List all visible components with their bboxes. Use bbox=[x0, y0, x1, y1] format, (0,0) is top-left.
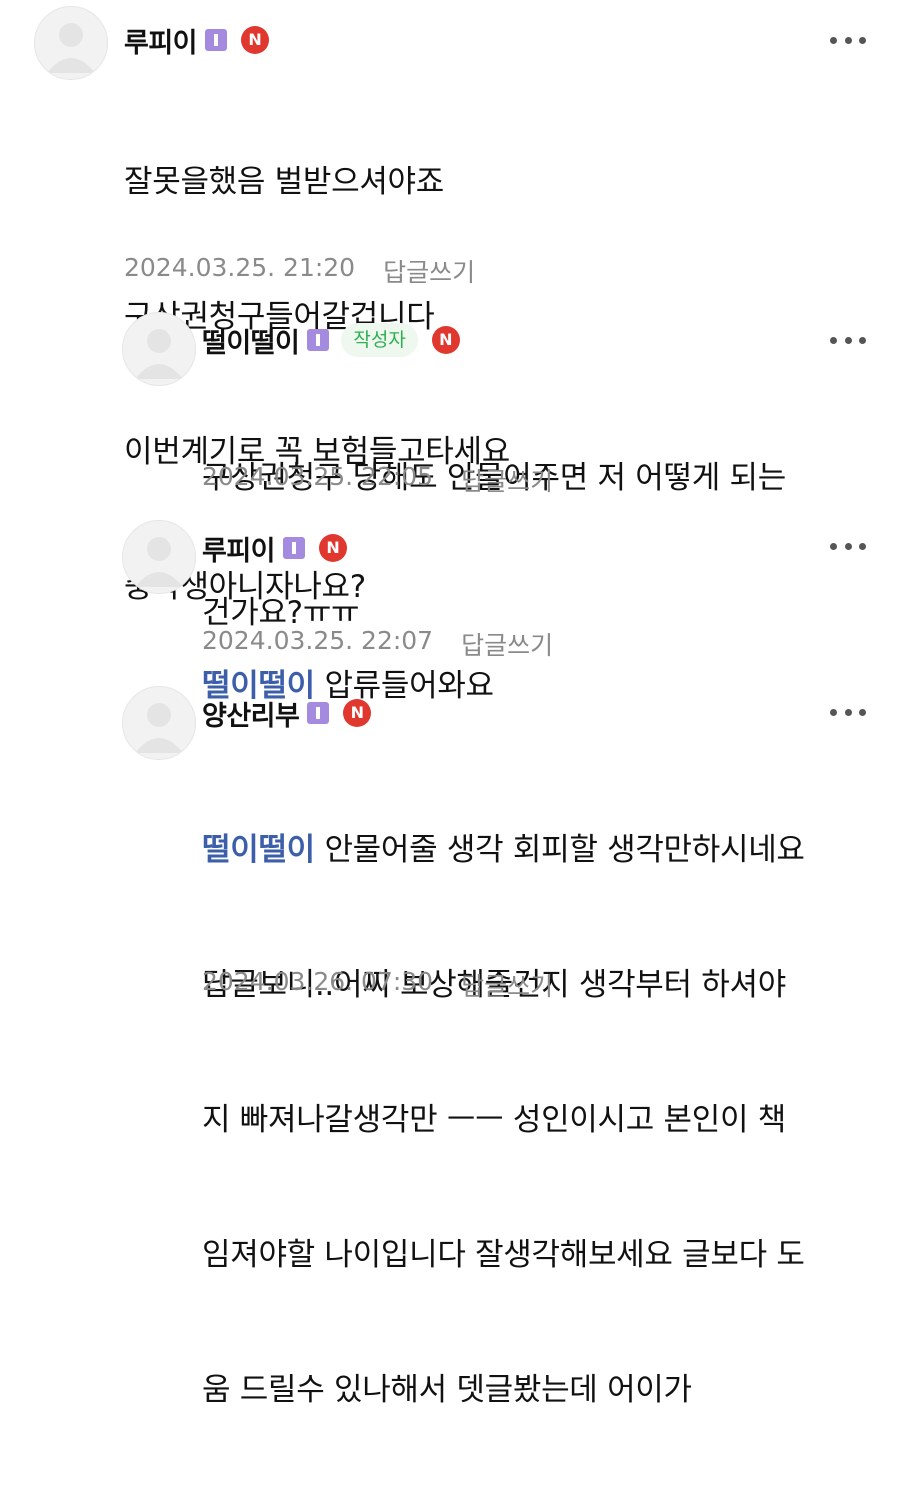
comment-meta: 2024.03.25. 22:07 답글쓰기 bbox=[202, 626, 553, 662]
default-profile-icon bbox=[135, 329, 183, 379]
level-1-badge bbox=[205, 29, 228, 51]
comment-line: 움 드릴수 있나해서 뎃글봤는데 어이가 bbox=[202, 1372, 692, 1408]
comment-header: 떨이떨이 작성자 N bbox=[202, 320, 460, 360]
comment-header: 양산리부 N bbox=[202, 693, 372, 733]
new-n-badge: N bbox=[343, 699, 372, 727]
more-options-icon[interactable] bbox=[830, 330, 866, 350]
author-badge: 작성자 bbox=[341, 323, 418, 357]
reply-button[interactable]: 답글쓰기 bbox=[461, 462, 553, 498]
default-profile-icon bbox=[135, 703, 183, 753]
comment-line: 잘못을했음 벌받으셔야죠 bbox=[124, 164, 444, 200]
comment-line: 지 빠져나갈생각만 ㅡㅡ 성인이시고 본인이 책 bbox=[202, 1102, 786, 1138]
comment-line-text: 안물어줄 생각 회피할 생각만하시네요 bbox=[324, 832, 805, 868]
comment-header: 루피이 N bbox=[202, 528, 348, 568]
new-n-badge: N bbox=[241, 26, 270, 54]
comment-line: 임져야할 나이입니다 잘생각해보세요 글보다 도 bbox=[202, 1237, 805, 1273]
more-options-icon[interactable] bbox=[830, 536, 866, 556]
nickname[interactable]: 양산리부 bbox=[202, 694, 300, 733]
timestamp: 2024.03.26. 07:30 bbox=[202, 967, 434, 996]
comment-meta: 2024.03.25. 21:20 답글쓰기 bbox=[124, 253, 475, 289]
new-n-badge: N bbox=[319, 534, 348, 562]
comment-meta: 2024.03.26. 07:30 답글쓰기 bbox=[202, 967, 553, 1003]
comment-line: 떨이떨이 안물어줄 생각 회피할 생각만하시네요 bbox=[202, 828, 805, 873]
level-1-badge bbox=[283, 537, 306, 559]
avatar[interactable] bbox=[122, 312, 196, 386]
reply-button[interactable]: 답글쓰기 bbox=[461, 626, 553, 662]
avatar[interactable] bbox=[122, 520, 196, 594]
reply-button[interactable]: 답글쓰기 bbox=[461, 967, 553, 1003]
more-options-icon[interactable] bbox=[830, 702, 866, 722]
reply-button[interactable]: 답글쓰기 bbox=[383, 253, 475, 289]
nickname[interactable]: 루피이 bbox=[202, 529, 276, 568]
avatar[interactable] bbox=[34, 6, 108, 80]
more-options-icon[interactable] bbox=[830, 30, 866, 50]
avatar[interactable] bbox=[122, 686, 196, 760]
comment-meta: 2024.03.25. 22:05 답글쓰기 bbox=[202, 462, 553, 498]
new-n-badge: N bbox=[431, 326, 460, 354]
timestamp: 2024.03.25. 22:05 bbox=[202, 462, 434, 491]
nickname[interactable]: 떨이떨이 bbox=[202, 321, 300, 360]
nickname[interactable]: 루피이 bbox=[124, 21, 198, 60]
level-1-badge bbox=[307, 329, 330, 351]
default-profile-icon bbox=[47, 23, 95, 73]
timestamp: 2024.03.25. 21:20 bbox=[124, 253, 356, 282]
default-profile-icon bbox=[135, 537, 183, 587]
comment-text: 떨이떨이 안물어줄 생각 회피할 생각만하시네요 답글보니..어찌 보상해줄건지… bbox=[202, 738, 805, 1503]
comment-header: 루피이 N bbox=[124, 20, 270, 60]
timestamp: 2024.03.25. 22:07 bbox=[202, 626, 434, 655]
level-1-badge bbox=[307, 702, 330, 724]
mention-link[interactable]: 떨이떨이 bbox=[202, 832, 315, 868]
